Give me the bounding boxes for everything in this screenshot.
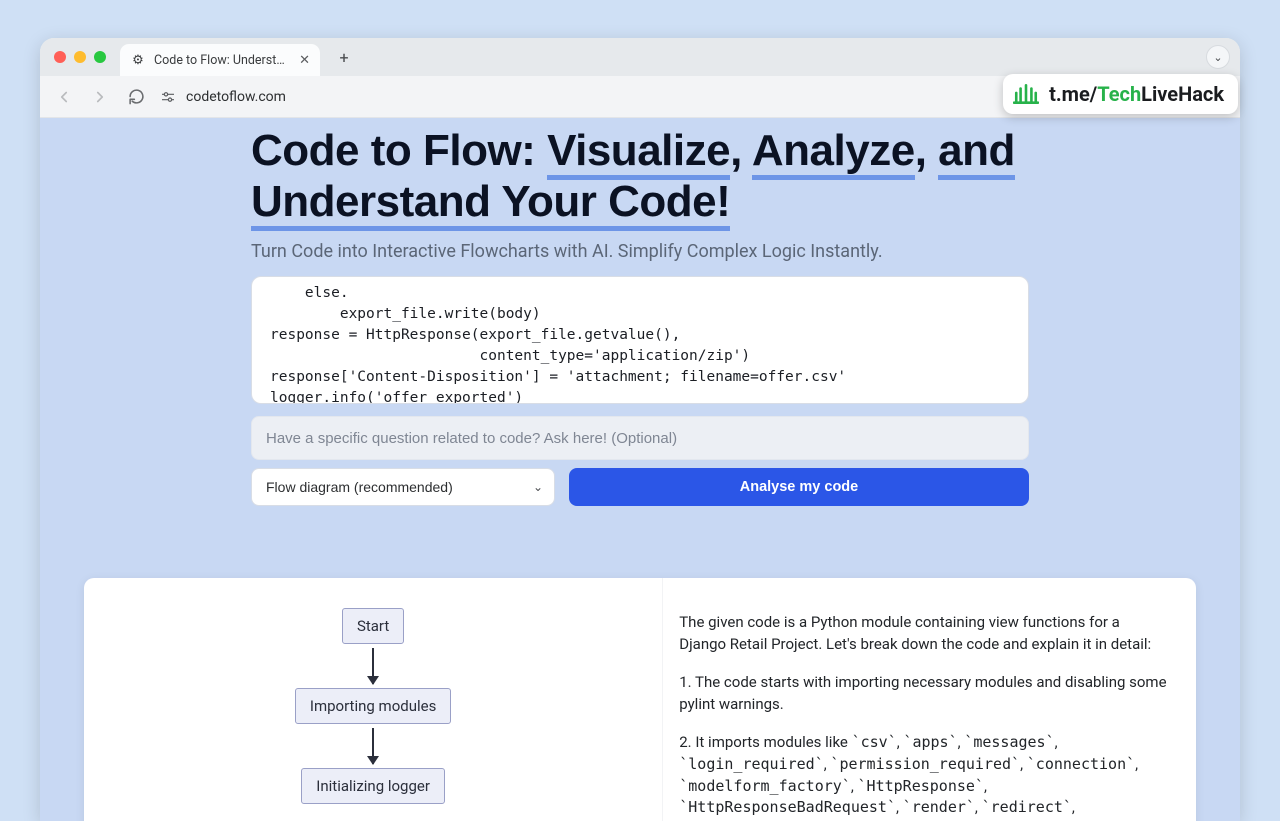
flow-arrow [372, 728, 374, 764]
reload-icon [128, 88, 145, 105]
explanation-intro: The given code is a Python module contai… [679, 612, 1168, 656]
close-window-button[interactable] [54, 51, 66, 63]
question-input[interactable] [251, 416, 1029, 460]
close-tab-button[interactable]: ✕ [299, 53, 310, 68]
back-button[interactable] [52, 85, 76, 109]
new-tab-button[interactable]: + [330, 43, 358, 71]
page-viewport: Code to Flow: Visualize, Analyze, and Un… [40, 118, 1240, 821]
explanation-point-2: 2. It imports modules like `csv`, `apps`… [679, 732, 1168, 821]
action-row: Flow diagram (recommended) ⌄ Analyse my … [251, 468, 1029, 506]
explanation-point-1: 1. The code starts with importing necess… [679, 672, 1168, 716]
reload-button[interactable] [124, 85, 148, 109]
flow-node-start[interactable]: Start [342, 608, 404, 644]
code-input[interactable] [251, 276, 1029, 404]
address-bar-url[interactable]: codetoflow.com [186, 89, 286, 105]
tab-strip: ⚙︎ Code to Flow: Understand yo… ✕ + ⌄ [40, 38, 1240, 76]
diagram-type-select-wrap: Flow diagram (recommended) ⌄ [251, 468, 555, 506]
site-info-button[interactable] [160, 90, 176, 104]
flow-node-importing[interactable]: Importing modules [295, 688, 451, 724]
arrow-left-icon [55, 88, 73, 106]
fullscreen-window-button[interactable] [94, 51, 106, 63]
flow-node-logger[interactable]: Initializing logger [301, 768, 445, 804]
minimize-window-button[interactable] [74, 51, 86, 63]
watermark-icon [1013, 81, 1039, 107]
page-title: Code to Flow: Visualize, Analyze, and Un… [251, 126, 1029, 227]
window-controls [54, 51, 106, 63]
flowchart: Start Importing modules Initializing log… [295, 608, 451, 821]
watermark-badge[interactable]: t.me/TechLiveHack [1003, 74, 1238, 114]
title-text: Code to Flow: [251, 126, 547, 175]
results-card: Start Importing modules Initializing log… [84, 578, 1196, 821]
arrow-right-icon [91, 88, 109, 106]
watermark-text: t.me/TechLiveHack [1049, 82, 1224, 106]
browser-tab[interactable]: ⚙︎ Code to Flow: Understand yo… ✕ [120, 44, 320, 76]
title-underline-2: Analyze [752, 126, 915, 180]
analyse-button[interactable]: Analyse my code [569, 468, 1029, 506]
flowchart-panel: Start Importing modules Initializing log… [84, 578, 662, 821]
browser-window: ⚙︎ Code to Flow: Understand yo… ✕ + ⌄ [40, 38, 1240, 821]
diagram-type-select[interactable]: Flow diagram (recommended) [251, 468, 555, 506]
tune-icon [160, 90, 176, 104]
tab-overflow-button[interactable]: ⌄ [1206, 45, 1230, 69]
explanation-panel: The given code is a Python module contai… [662, 578, 1196, 821]
forward-button[interactable] [88, 85, 112, 109]
page-subtitle: Turn Code into Interactive Flowcharts wi… [251, 241, 1029, 262]
tab-title: Code to Flow: Understand yo… [154, 53, 291, 68]
favicon-icon: ⚙︎ [130, 52, 146, 68]
title-underline-4: Understand Your Code! [251, 177, 730, 231]
title-underline-3: and [938, 126, 1015, 180]
flow-arrow [372, 648, 374, 684]
title-underline-1: Visualize [547, 126, 730, 180]
